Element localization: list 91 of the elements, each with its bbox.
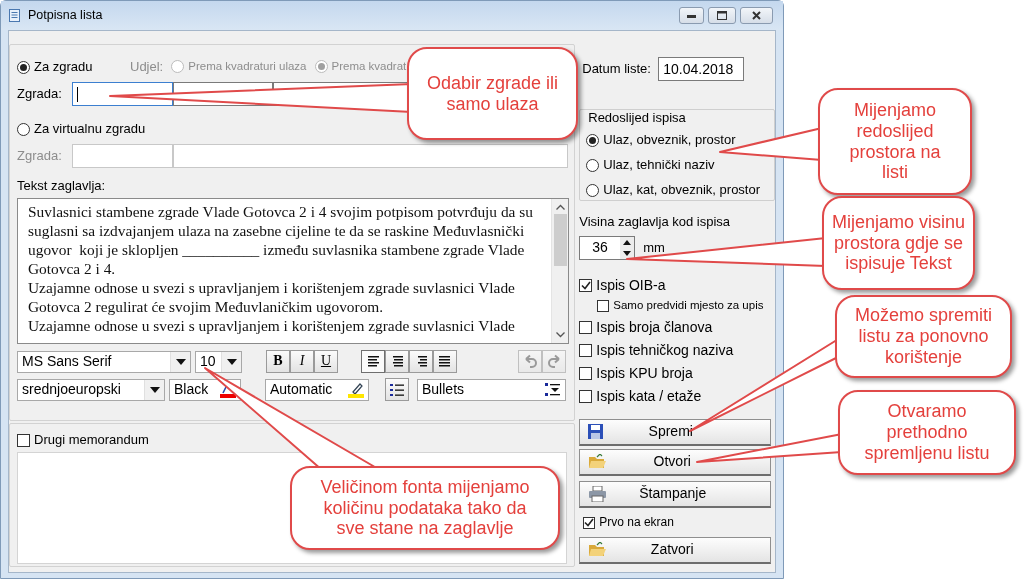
caret-icon xyxy=(175,358,186,365)
callout-tooltip: Možemo spremiti listu za ponovno korištenje xyxy=(835,295,1012,378)
field-label: Datum liste: xyxy=(581,61,652,77)
scrollbar[interactable] xyxy=(551,198,568,343)
checkbox[interactable] xyxy=(579,343,593,357)
printer-icon xyxy=(588,485,608,502)
bullets-dropdown[interactable]: Bullets xyxy=(417,378,566,401)
print-button[interactable]: Štampanje xyxy=(579,480,772,508)
minimize-icon xyxy=(687,13,696,18)
date-field[interactable]: 10.04.2018 xyxy=(658,57,745,81)
align-right-button[interactable] xyxy=(409,350,433,374)
checkbox[interactable] xyxy=(17,433,30,447)
checkbox[interactable] xyxy=(597,300,610,313)
callout-tooltip: Odabir zgrade ili samo ulaza xyxy=(407,47,578,140)
radio-label: Prema kvadraturi ulaza xyxy=(188,60,307,74)
minimize-button[interactable] xyxy=(679,7,704,24)
font-dropdown[interactable]: MS Sans Serif xyxy=(17,350,191,373)
open-button[interactable]: Zatvori xyxy=(579,536,772,564)
redo-icon xyxy=(546,354,562,370)
bullets-icon xyxy=(545,381,561,398)
underline-button[interactable]: U xyxy=(314,350,338,374)
radio-label: Ulaz, obveznik, prostor xyxy=(603,132,736,148)
checkbox[interactable] xyxy=(579,278,593,292)
radio-button[interactable] xyxy=(17,60,30,74)
close-icon xyxy=(752,11,761,20)
highlighter-icon xyxy=(348,381,364,398)
checkbox-label: Ispis broja članova xyxy=(596,318,713,336)
maximize-button[interactable] xyxy=(708,7,736,24)
folder-icon xyxy=(588,454,607,470)
section-label: Tekst zaglavlja: xyxy=(17,178,106,193)
floppy-icon xyxy=(588,424,604,440)
checkbox[interactable] xyxy=(579,366,593,380)
field-label: Udjel: xyxy=(130,59,164,75)
spin-field[interactable]: 36 xyxy=(579,235,636,260)
checkbox-label: Ispis KPU broja xyxy=(596,364,693,382)
radio-label: Ulaz, kat, obveznik, prostor xyxy=(603,182,761,198)
checkbox-label: Prvo na ekran xyxy=(599,515,674,530)
callout-tooltip: Veličinom fonta mijenjamo količinu podataka tako da sve stane na zaglavlje xyxy=(290,466,560,550)
checkbox-label: Ispis kata / etaže xyxy=(596,387,702,405)
bold-button[interactable]: B xyxy=(266,350,290,374)
spin-arrows-icon xyxy=(620,236,635,259)
field-label: Zgrada: xyxy=(17,86,63,102)
checkbox-label: Ispis tehničkog naziva xyxy=(596,341,734,359)
radio-label: Za virtualnu zgradu xyxy=(34,121,146,137)
paragraph: Uzajamne odnose u svezi s upravljanjem i korištenjem zgrade suvlasnici Vlade Gotovca 2 regulirat će svojim Međuvlaničkim ugovorom. xyxy=(28,277,516,316)
align-left-button[interactable] xyxy=(361,350,385,374)
checkbox[interactable] xyxy=(579,320,593,334)
window-title: Potpisna lista xyxy=(28,8,103,23)
radio-label: Prema kvadrat xyxy=(331,60,407,74)
open-button[interactable]: Otvori xyxy=(579,448,772,476)
checkbox[interactable] xyxy=(583,516,596,529)
document-icon xyxy=(9,9,20,22)
align-center-button[interactable] xyxy=(385,350,409,374)
radio-label: Za zgradu xyxy=(34,59,93,75)
align-justify-button[interactable] xyxy=(433,350,457,374)
close-button[interactable] xyxy=(740,7,773,24)
folder-icon xyxy=(588,542,607,558)
checkbox-label: Drugi memorandum xyxy=(34,432,149,448)
highlight-color-picker[interactable]: Automatic xyxy=(265,378,369,401)
callout-tooltip: Otvaramo prethodno spremljenu listu xyxy=(838,390,1016,475)
radio-button[interactable] xyxy=(586,133,600,147)
size-dropdown[interactable]: 10 xyxy=(195,350,242,373)
maximize-icon xyxy=(717,11,727,20)
group-title: Redoslijed ispisa xyxy=(586,110,688,126)
radio-button[interactable] xyxy=(586,183,600,197)
charset-dropdown[interactable]: srednjoeuropski xyxy=(17,378,165,401)
checkbox[interactable] xyxy=(579,389,593,403)
italic-button[interactable]: I xyxy=(290,350,314,374)
unit-label: mm xyxy=(643,239,665,256)
field-label: Visina zaglavlja kod ispisa xyxy=(579,214,731,229)
radio-label: Ulaz, tehnički naziv xyxy=(603,157,715,173)
align-center-icon xyxy=(391,356,403,368)
checkbox-label: Ispis OIB-a xyxy=(596,276,666,294)
paragraph: Uzajamne odnose u svezi s upravljanjem i korištenjem zgrade suvlasnici Vlade xyxy=(28,315,516,335)
caret-icon xyxy=(226,358,237,365)
caret-icon xyxy=(149,386,160,393)
scroll-up-icon[interactable] xyxy=(555,203,565,210)
save-button[interactable]: Spremi xyxy=(579,418,772,446)
text-editor[interactable] xyxy=(17,197,569,344)
align-justify-icon xyxy=(439,356,451,368)
field-label: Zgrada: xyxy=(17,148,63,164)
scroll-down-icon[interactable] xyxy=(555,331,565,338)
align-left-icon xyxy=(367,356,379,368)
list-button[interactable] xyxy=(385,378,409,402)
callout-tooltip: Mijenjamo visinu prostora gdje se ispisuje Tekst xyxy=(822,196,975,290)
checkbox-label: Samo predvidi mjesto za upis xyxy=(613,299,764,313)
list-icon xyxy=(390,383,404,397)
align-right-icon xyxy=(415,356,427,368)
callout-tooltip: Mijenjamo redoslijed prostora na listi xyxy=(818,88,972,195)
paragraph: Suvlasnici stambene zgrade Vlade Gotovca 2 i 4 svojim potpisom potvrđuju da su suglasni sa izdvajanjem ulaza na zasebne cijeline te da se raskine Međuvlasnički ugovor koji je sklopljen __________ između suvlasnika stambene zgrade Vlade Gotovca 2 i 4. xyxy=(28,201,534,278)
radio-button[interactable] xyxy=(586,158,600,172)
